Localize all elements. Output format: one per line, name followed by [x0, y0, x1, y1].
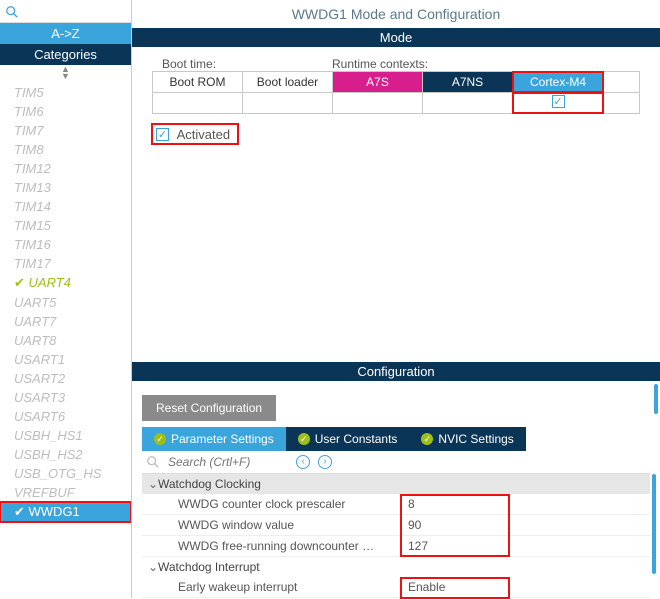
- sort-az-tab[interactable]: A->Z: [0, 23, 131, 44]
- param-val[interactable]: Enable: [402, 577, 650, 597]
- activated-checkbox[interactable]: ✓: [156, 128, 169, 141]
- param-search-input[interactable]: [168, 455, 288, 469]
- reset-configuration-button[interactable]: Reset Configuration: [142, 395, 276, 421]
- group-label: Watchdog Clocking: [158, 477, 261, 491]
- periph-uart7[interactable]: UART7: [14, 312, 131, 331]
- config-tabs: ✓ Parameter Settings ✓ User Constants ✓ NVI…: [142, 427, 650, 451]
- check-icon: ✓: [552, 95, 565, 108]
- group-watchdog-interrupt[interactable]: ⌄Watchdog Interrupt: [142, 557, 650, 577]
- sidebar: A->Z Categories ▲▼ TIM5 TIM6 TIM7 TIM8 T…: [0, 0, 132, 598]
- sidebar-search-input[interactable]: [23, 4, 93, 18]
- periph-tim15[interactable]: TIM15: [14, 216, 131, 235]
- periph-usart6[interactable]: USART6: [14, 407, 131, 426]
- periph-tim17[interactable]: TIM17: [14, 254, 131, 273]
- categories-tab[interactable]: Categories: [0, 44, 131, 65]
- context-check-row: ✓: [152, 93, 640, 114]
- next-match-button[interactable]: ›: [318, 455, 332, 469]
- group-label: Watchdog Interrupt: [158, 560, 260, 574]
- tab-label: NVIC Settings: [438, 432, 513, 446]
- col-a7s: A7S: [333, 72, 423, 92]
- search-icon: [5, 5, 19, 19]
- param-row[interactable]: WWDG free-running downcounter … 127: [142, 536, 650, 557]
- periph-uart5[interactable]: UART5: [14, 293, 131, 312]
- boot-time-label: Boot time:: [152, 57, 332, 71]
- periph-usbh-hs2[interactable]: USBH_HS2: [14, 445, 131, 464]
- check-icon: ✓: [154, 433, 166, 445]
- check-a7ns[interactable]: [423, 93, 513, 113]
- periph-tim6[interactable]: TIM6: [14, 102, 131, 121]
- check-icon: ✓: [298, 433, 310, 445]
- param-key: Early wakeup interrupt: [142, 577, 402, 597]
- col-a7ns: A7NS: [423, 72, 513, 92]
- param-val[interactable]: 8: [402, 494, 650, 514]
- periph-tim12[interactable]: TIM12: [14, 159, 131, 178]
- param-toolbar: ‹ ›: [142, 451, 650, 474]
- mode-header: Mode: [132, 28, 660, 47]
- periph-tim16[interactable]: TIM16: [14, 235, 131, 254]
- param-key: WWDG counter clock prescaler: [142, 494, 402, 514]
- search-icon: [146, 455, 160, 469]
- page-title: WWDG1 Mode and Configuration: [132, 0, 660, 28]
- scrollbar-indicator[interactable]: [652, 474, 656, 574]
- tab-parameter-settings[interactable]: ✓ Parameter Settings: [142, 427, 286, 451]
- col-boot-rom: Boot ROM: [153, 72, 243, 92]
- periph-vrefbuf[interactable]: VREFBUF: [14, 483, 131, 502]
- configuration-body: Reset Configuration ✓ Parameter Settings …: [132, 381, 660, 598]
- periph-tim8[interactable]: TIM8: [14, 140, 131, 159]
- param-val[interactable]: 90: [402, 515, 650, 535]
- prev-match-button[interactable]: ‹: [296, 455, 310, 469]
- scrollbar-indicator[interactable]: [654, 384, 658, 414]
- periph-usbh-hs1[interactable]: USBH_HS1: [14, 426, 131, 445]
- param-row[interactable]: WWDG counter clock prescaler 8: [142, 494, 650, 515]
- expand-icon[interactable]: ▲▼: [0, 65, 131, 81]
- context-table: Boot ROM Boot loader A7S A7NS Cortex-M4: [152, 71, 640, 93]
- tab-label: Parameter Settings: [171, 432, 274, 446]
- check-boot-loader[interactable]: [243, 93, 333, 113]
- chevron-down-icon: ⌄: [148, 560, 158, 574]
- col-boot-loader: Boot loader: [243, 72, 333, 92]
- mode-body: Boot time: Runtime contexts: Boot ROM Bo…: [132, 47, 660, 154]
- periph-usart2[interactable]: USART2: [14, 369, 131, 388]
- check-cortex-m4[interactable]: ✓: [513, 93, 603, 113]
- periph-usb-otg-hs[interactable]: USB_OTG_HS: [14, 464, 131, 483]
- periph-tim7[interactable]: TIM7: [14, 121, 131, 140]
- param-key: WWDG free-running downcounter …: [142, 536, 402, 556]
- chevron-down-icon: ⌄: [148, 477, 158, 491]
- periph-tim13[interactable]: TIM13: [14, 178, 131, 197]
- tab-nvic-settings[interactable]: ✓ NVIC Settings: [409, 427, 525, 451]
- group-watchdog-clocking[interactable]: ⌄Watchdog Clocking: [142, 474, 650, 494]
- param-val[interactable]: 127: [402, 536, 650, 556]
- peripheral-list: TIM5 TIM6 TIM7 TIM8 TIM12 TIM13 TIM14 TI…: [0, 81, 131, 598]
- param-row[interactable]: Early wakeup interrupt Enable: [142, 577, 650, 598]
- param-row[interactable]: WWDG window value 90: [142, 515, 650, 536]
- param-key: WWDG window value: [142, 515, 402, 535]
- check-icon: ✓: [421, 433, 433, 445]
- periph-usart1[interactable]: USART1: [14, 350, 131, 369]
- periph-tim5[interactable]: TIM5: [14, 83, 131, 102]
- runtime-contexts-label: Runtime contexts:: [332, 57, 640, 71]
- activated-label: Activated: [177, 127, 230, 142]
- sidebar-search[interactable]: [0, 0, 131, 23]
- check-boot-rom[interactable]: [153, 93, 243, 113]
- param-tree: ⌄Watchdog Clocking WWDG counter clock pr…: [142, 474, 650, 598]
- main-panel: WWDG1 Mode and Configuration Mode Boot t…: [132, 0, 660, 598]
- tab-label: User Constants: [315, 432, 398, 446]
- periph-uart8[interactable]: UART8: [14, 331, 131, 350]
- periph-usart3[interactable]: USART3: [14, 388, 131, 407]
- tab-user-constants[interactable]: ✓ User Constants: [286, 427, 410, 451]
- configuration-header: Configuration: [132, 362, 660, 381]
- check-a7s[interactable]: [333, 93, 423, 113]
- activated-row: ✓ Activated: [152, 124, 238, 144]
- periph-tim14[interactable]: TIM14: [14, 197, 131, 216]
- col-cortex-m4: Cortex-M4: [513, 72, 603, 92]
- periph-uart4[interactable]: UART4: [14, 273, 131, 293]
- periph-wwdg1[interactable]: WWDG1: [0, 502, 131, 522]
